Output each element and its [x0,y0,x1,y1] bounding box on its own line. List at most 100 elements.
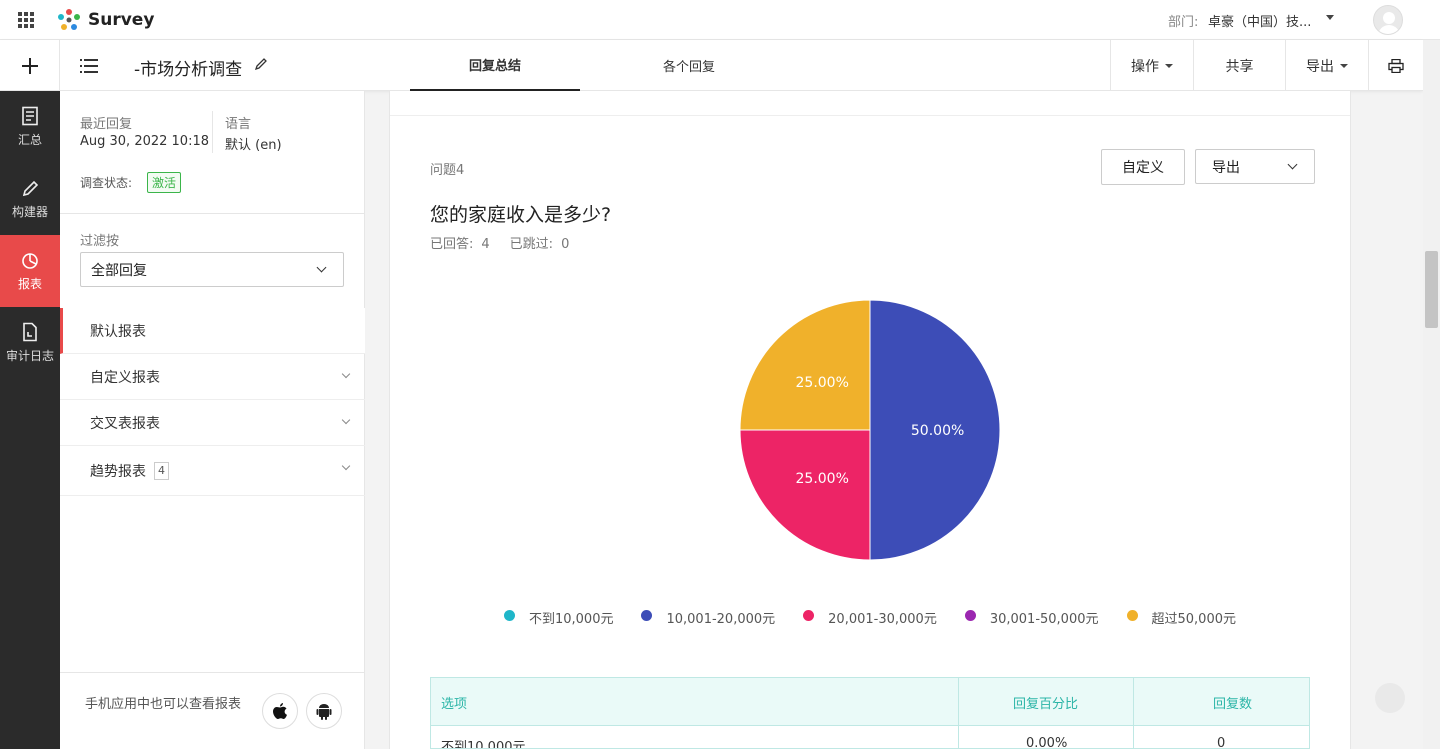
top-bar: Survey 部门: 卓豪（中国）技... [0,0,1440,40]
legend-item[interactable]: 30,001-50,000元 [964,608,1099,627]
operate-menu-button[interactable]: 操作 [1110,40,1193,91]
legend-label: 10,001-20,000元 [666,612,776,627]
column-divider [1133,678,1134,748]
printer-icon [1388,58,1404,73]
user-avatar[interactable] [1373,5,1403,35]
nav-item-builder[interactable]: 构建器 [0,163,60,235]
report-side-panel: 最近回复 Aug 30, 2022 10:18 语言 默认 (en) 调查状态:… [60,91,365,749]
scrollbar-track[interactable] [1423,40,1440,749]
skipped-label: 已跳过: [509,237,554,252]
create-new-button[interactable] [0,40,60,91]
android-app-button[interactable] [306,693,342,729]
tab-individual-responses[interactable]: 各个回复 [604,40,774,91]
department-label: 部门: [1168,15,1199,30]
status-label: 调查状态: [80,176,133,190]
report-item-custom[interactable]: 自定义报表 [60,354,365,400]
report-item-trend[interactable]: 趋势报表 4 [60,446,365,496]
table-header [431,678,1309,726]
divider [212,111,213,153]
report-item-default[interactable]: 默认报表 [60,308,365,354]
print-button[interactable] [1368,40,1423,91]
divider [60,213,365,214]
chart-legend: 不到10,000元 10,001-20,000元 20,001-30,000元 30,… [430,608,1310,627]
legend-item[interactable]: 不到10,000元 [503,608,614,627]
caret-down-icon [1165,63,1173,68]
tab-response-summary[interactable]: 回复总结 [410,40,580,91]
question-report-card: 问题4 您的家庭收入是多少? 已回答: 4 已跳过: 0 自定义 导出 50.00%… [389,91,1351,749]
pie-slice-label: 25.00% [796,375,849,391]
legend-label: 不到10,000元 [528,612,614,627]
survey-title: -市场分析调查 [134,60,243,80]
legend-label: 30,001-50,000元 [989,612,1099,627]
survey-toolbar: -市场分析调查 回复总结 各个回复 操作 共享 导出 [0,40,1423,91]
legend-item[interactable]: 10,001-20,000元 [641,608,775,627]
nav-item-reports[interactable]: 报表 [0,235,60,307]
skipped-value: 0 [561,237,570,252]
column-header-count[interactable]: 回复数 [1213,678,1252,726]
question-stats: 已回答: 4 已跳过: 0 [430,233,569,252]
legend-dot-icon [803,610,815,621]
skipped-count: 已跳过: 0 [510,233,570,252]
legend-item[interactable]: 20,001-30,000元 [803,608,937,627]
answered-label: 已回答: [430,237,474,252]
pie-slice-label: 50.00% [911,423,964,439]
customize-button[interactable]: 自定义 [1101,149,1185,185]
department-selector[interactable]: 卓豪（中国）技... [1208,11,1311,30]
ios-app-button[interactable] [262,693,298,729]
chevron-down-icon [341,415,351,425]
nav-label: 汇总 [17,133,42,147]
survey-list-icon[interactable] [80,58,98,73]
pie-slice[interactable] [739,299,871,431]
app-name: Survey [88,10,155,30]
table-cell-option: 不到10,000元 [441,740,526,749]
app-logo[interactable]: Survey [56,6,154,34]
apps-grid-icon[interactable] [18,12,34,28]
edit-title-icon[interactable] [254,57,268,71]
nav-label: 报表 [17,277,42,291]
help-button[interactable] [1375,683,1405,713]
share-button[interactable]: 共享 [1193,40,1285,91]
department-caret-icon[interactable] [1326,15,1334,20]
export-menu-button[interactable]: 导出 [1285,40,1368,91]
legend-dot-icon [503,610,515,621]
main-navigation: 汇总 构建器 报表 审计日志 [0,91,60,749]
scrollbar-thumb[interactable] [1425,251,1438,328]
report-label: 默认报表 [90,323,146,340]
report-label: 趋势报表 [90,463,146,480]
legend-dot-icon [641,610,653,621]
filter-value: 全部回复 [91,262,147,279]
legend-label: 20,001-30,000元 [828,612,937,627]
column-header-percent[interactable]: 回复百分比 [1013,678,1078,726]
export-label: 导出 [1306,58,1334,75]
share-label: 共享 [1225,58,1254,75]
column-header-option[interactable]: 选项 [441,678,467,726]
chevron-down-icon [1287,159,1298,170]
divider [390,115,1350,116]
last-response-value: Aug 30, 2022 10:18 [80,134,210,149]
pie-slice[interactable] [739,429,871,561]
legend-dot-icon [964,610,976,621]
plus-icon [21,57,38,74]
legend-dot-icon [1126,610,1138,621]
legend-label: 超过50,000元 [1151,612,1237,627]
pie-chart-icon [22,253,38,269]
chevron-down-icon [341,369,351,379]
survey-logo-icon [58,9,80,30]
chevron-down-icon [341,461,351,471]
status-badge: 激活 [147,172,182,193]
table-cell-count: 0 [1217,736,1226,749]
divider [60,672,365,673]
last-response-label: 最近回复 [80,117,133,132]
pie-slice-label: 25.00% [796,471,849,487]
filter-select[interactable]: 全部回复 [80,252,344,287]
nav-item-summary[interactable]: 汇总 [0,91,60,163]
nav-item-audit-log[interactable]: 审计日志 [0,307,60,379]
question-number: 问题4 [430,163,465,178]
language-value: 默认 (en) [225,138,282,153]
export-dropdown[interactable]: 导出 [1195,149,1315,184]
nav-label: 构建器 [11,205,48,219]
report-item-crosstab[interactable]: 交叉表报表 [60,400,365,446]
legend-item[interactable]: 超过50,000元 [1126,608,1237,627]
report-label: 交叉表报表 [90,415,160,432]
apple-icon [273,703,287,719]
